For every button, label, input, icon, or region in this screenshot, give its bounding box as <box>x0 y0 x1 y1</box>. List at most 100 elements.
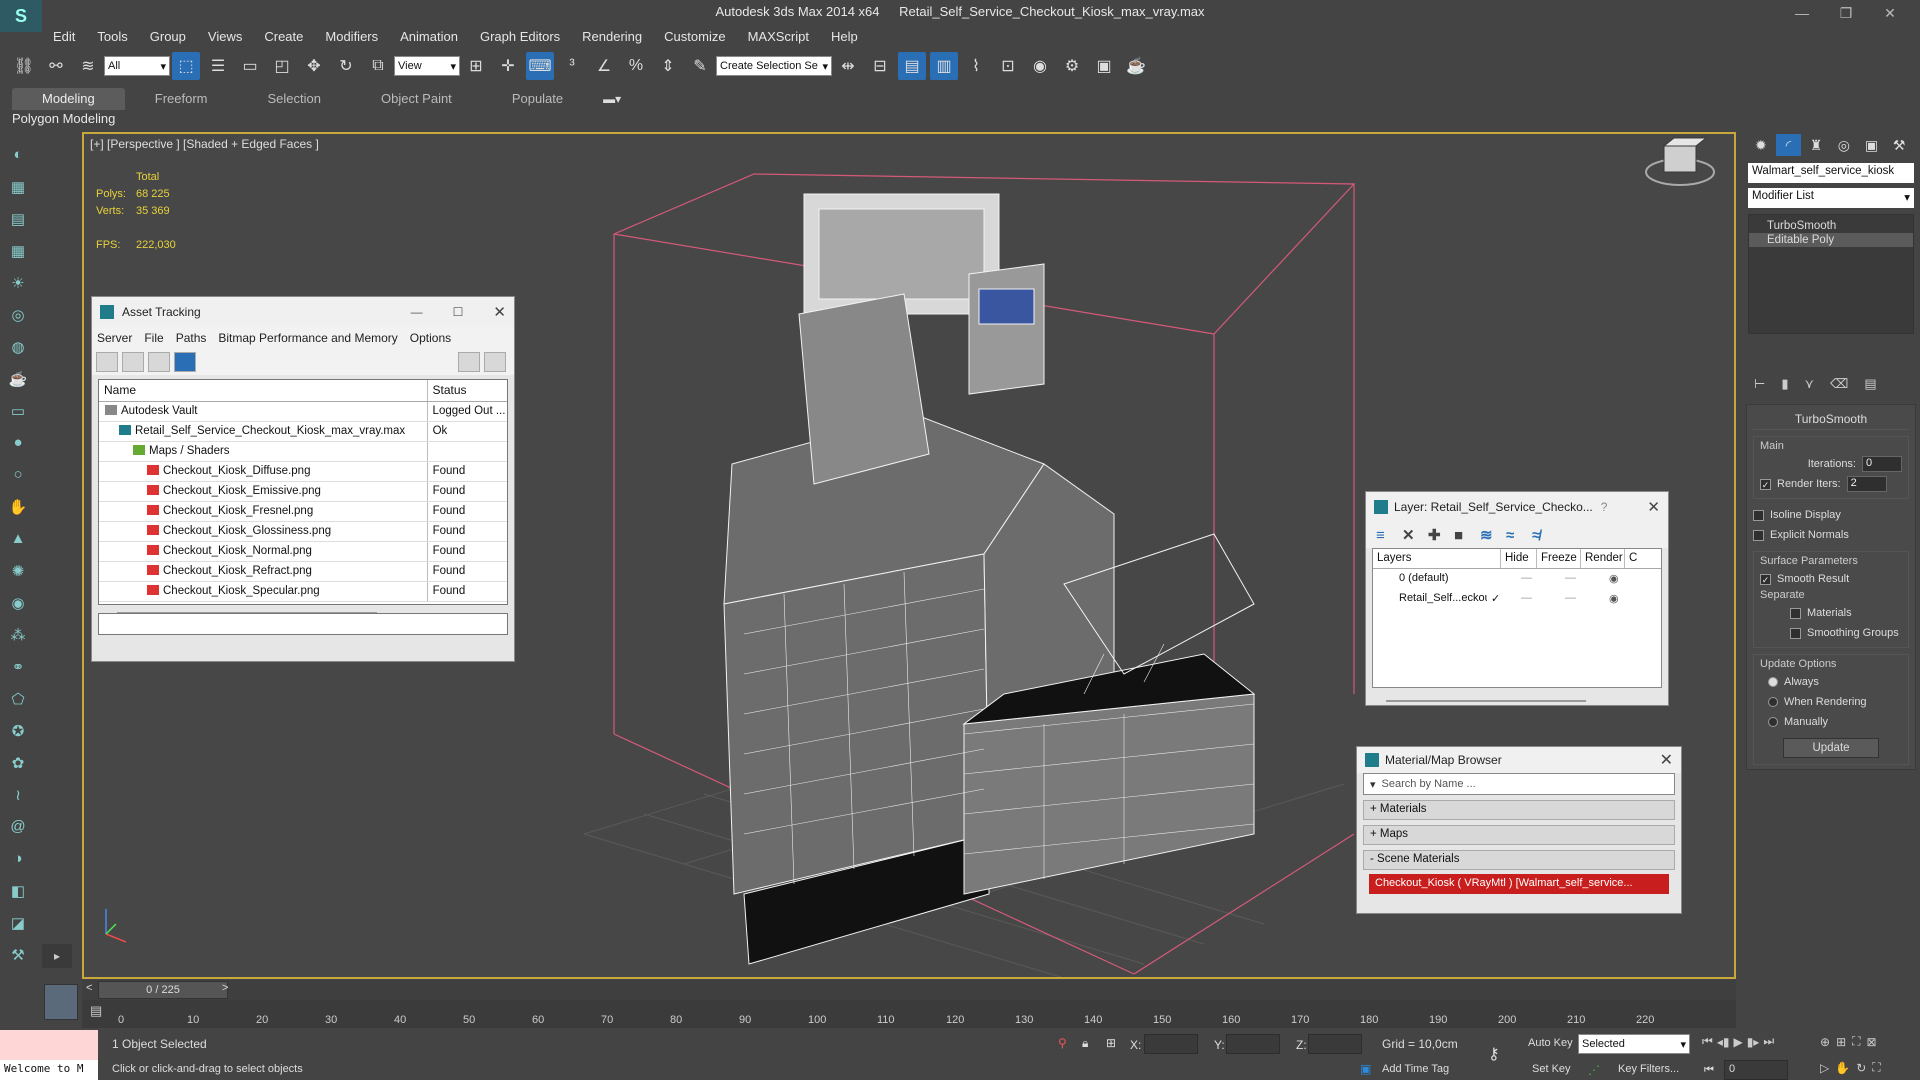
freeze-all-layers-icon[interactable]: ≉ <box>1532 527 1558 544</box>
track-view-icon[interactable]: ▤ <box>90 1003 102 1019</box>
camera-icon[interactable]: ◎ <box>4 300 32 329</box>
freeze-toggle-icon[interactable]: — <box>1561 589 1605 609</box>
set-key-mode-icon[interactable]: ⚷ <box>1488 1044 1500 1064</box>
x-coord-field[interactable] <box>1144 1034 1198 1054</box>
layer-row[interactable]: 0 (default) — — ◉ <box>1373 569 1661 589</box>
grid-icon[interactable]: ▦ <box>4 236 32 265</box>
separate-smoothing-groups-checkbox[interactable] <box>1790 627 1801 639</box>
unlink-icon[interactable]: ⚯ <box>42 52 70 80</box>
select-manipulate-icon[interactable]: ✛ <box>494 52 522 80</box>
menu-customize[interactable]: Customize <box>653 26 736 48</box>
connect-icon[interactable]: ⚭ <box>4 652 32 681</box>
add-to-layer-icon[interactable]: ✚ <box>1428 526 1454 544</box>
ribbon-toggle-icon[interactable]: ▥ <box>930 52 958 80</box>
freeze-toggle-icon[interactable]: — <box>1561 569 1605 589</box>
scene-material-item[interactable]: Checkout_Kiosk ( VRayMtl ) [Walmart_self… <box>1369 874 1669 894</box>
asset-menu-bitmap-performance[interactable]: Bitmap Performance and Memory <box>218 331 397 345</box>
create-tab-icon[interactable]: ✹ <box>1748 134 1774 156</box>
reference-coord-dropdown[interactable]: View ▾ <box>394 56 460 76</box>
light-icon[interactable]: ☀ <box>4 268 32 297</box>
close-icon[interactable]: ✕ <box>493 303 506 321</box>
key-mode-toggle-icon[interactable]: ⏮ <box>1704 1064 1714 1077</box>
go-to-start-icon[interactable]: ⏮ <box>1702 1034 1713 1049</box>
layer-titlebar[interactable]: Layer: Retail_Self_Service_Checko... ? ✕ <box>1366 492 1668 522</box>
show-end-result-icon[interactable]: ▮ <box>1781 376 1788 392</box>
tab-freeform[interactable]: Freeform <box>125 88 238 110</box>
auto-key-button[interactable]: Auto Key <box>1528 1037 1573 1049</box>
tab-selection[interactable]: Selection <box>238 88 351 110</box>
close-icon[interactable]: ✕ <box>1660 750 1673 770</box>
menu-animation[interactable]: Animation <box>389 26 469 48</box>
turbosmooth-rollout-title[interactable]: TurboSmooth <box>1753 409 1909 430</box>
spiral-icon[interactable]: @ <box>4 812 32 841</box>
viewport-layout-tab-icon[interactable] <box>44 984 78 1020</box>
asset-tracking-titlebar[interactable]: Asset Tracking — ☐ ✕ <box>92 297 514 327</box>
named-selection-set-dropdown[interactable]: Create Selection Se ▾ <box>716 56 832 76</box>
pan-icon[interactable]: ✋ <box>1835 1061 1850 1075</box>
remove-modifier-icon[interactable]: ⌫ <box>1830 376 1848 392</box>
close-icon[interactable]: ✕ <box>1647 498 1660 516</box>
render-production-icon[interactable]: ☕ <box>1122 52 1150 80</box>
refresh-icon[interactable] <box>96 352 118 372</box>
search-dropdown-icon[interactable]: ▾ <box>1370 778 1376 791</box>
modifier-list-dropdown[interactable]: Modifier List ▾ <box>1748 188 1914 208</box>
time-slider-thumb[interactable]: 0 / 225 <box>98 981 228 999</box>
table-row[interactable]: Checkout_Kiosk_Specular.png Found <box>99 582 507 602</box>
curve-editor-icon[interactable]: ⌇ <box>962 52 990 80</box>
hide-toggle-icon[interactable]: — <box>1517 569 1561 589</box>
render-toggle-icon[interactable]: ◉ <box>1605 569 1635 589</box>
snaps-toggle-icon[interactable]: ³ <box>558 52 586 80</box>
asset-menu-file[interactable]: File <box>144 331 163 345</box>
column-freeze[interactable]: Freeze <box>1537 549 1581 568</box>
viewport-icon[interactable]: ◐ <box>4 140 32 169</box>
minimize-icon[interactable]: — <box>411 305 423 319</box>
plant-icon[interactable]: ✿ <box>4 748 32 777</box>
display-tab-icon[interactable]: ▣ <box>1859 134 1885 156</box>
maximize-viewport-icon[interactable]: ⛶ <box>1872 1060 1880 1075</box>
stack-item-turbosmooth[interactable]: TurboSmooth <box>1749 219 1913 233</box>
update-always-radio[interactable] <box>1768 677 1778 687</box>
hair-icon[interactable]: ≀ <box>4 780 32 809</box>
move-icon[interactable]: ✥ <box>300 52 328 80</box>
go-to-end-icon[interactable]: ⏭ <box>1763 1034 1774 1049</box>
render-icon[interactable]: ▦ <box>4 172 32 201</box>
highlight-layer-icon[interactable]: ≋ <box>1480 526 1506 544</box>
menu-rendering[interactable]: Rendering <box>571 26 653 48</box>
field-of-view-icon[interactable]: ▷ <box>1820 1061 1829 1075</box>
rendered-frame-window-icon[interactable]: ▣ <box>1090 52 1118 80</box>
make-unique-icon[interactable]: ⋎ <box>1804 376 1814 392</box>
material-browser-titlebar[interactable]: Material/Map Browser ✕ <box>1357 747 1681 773</box>
display-icon[interactable]: ◪ <box>4 908 32 937</box>
material-search-input[interactable]: ▾ Search by Name ... <box>1363 773 1675 795</box>
table-view-icon[interactable] <box>148 352 170 372</box>
zoom-extents-all-icon[interactable]: ⊠ <box>1867 1035 1877 1049</box>
rotate-icon[interactable]: ↻ <box>332 52 360 80</box>
key-mode-dropdown[interactable]: Selected ▾ <box>1578 1034 1690 1054</box>
tab-modeling[interactable]: Modeling <box>12 88 125 110</box>
mini-listener-toggle-icon[interactable]: ▸ <box>42 944 72 968</box>
z-coord-field[interactable] <box>1308 1034 1362 1054</box>
ribbon-options-icon[interactable]: ▬▾ <box>603 92 621 106</box>
key-filters-button[interactable]: Key Filters... <box>1618 1063 1679 1075</box>
settings-icon[interactable] <box>484 352 506 372</box>
shape-icon[interactable]: ⬠ <box>4 684 32 713</box>
select-in-layer-icon[interactable]: ■ <box>1454 527 1480 544</box>
percent-snap-icon[interactable]: % <box>622 52 650 80</box>
menu-graph-editors[interactable]: Graph Editors <box>469 26 571 48</box>
hierarchy-tab-icon[interactable]: ♜ <box>1803 134 1829 156</box>
layer-row[interactable]: Retail_Self...eckout ✓ — — ◉ <box>1373 589 1661 609</box>
menu-help[interactable]: Help <box>820 26 869 48</box>
rect-selection-icon[interactable]: ▭ <box>236 52 264 80</box>
maximize-icon[interactable]: ☐ <box>453 305 464 319</box>
layer-manager-icon[interactable]: ▤ <box>898 52 926 80</box>
selection-lock-icon[interactable]: 🔒︎ <box>1082 1036 1088 1051</box>
configure-modifier-sets-icon[interactable]: ▤ <box>1864 376 1876 392</box>
pin-stack-icon[interactable]: ⊢ <box>1754 376 1765 392</box>
add-time-tag-icon[interactable]: ▣ <box>1360 1062 1371 1076</box>
zoom-all-icon[interactable]: ⊞ <box>1836 1035 1846 1049</box>
utilities-icon[interactable]: ⚒ <box>4 940 32 969</box>
table-row[interactable]: Checkout_Kiosk_Normal.png Found <box>99 542 507 562</box>
maxscript-listener-output[interactable] <box>0 1030 98 1060</box>
menu-group[interactable]: Group <box>139 26 197 48</box>
particle-icon[interactable]: ⁂ <box>4 620 32 649</box>
